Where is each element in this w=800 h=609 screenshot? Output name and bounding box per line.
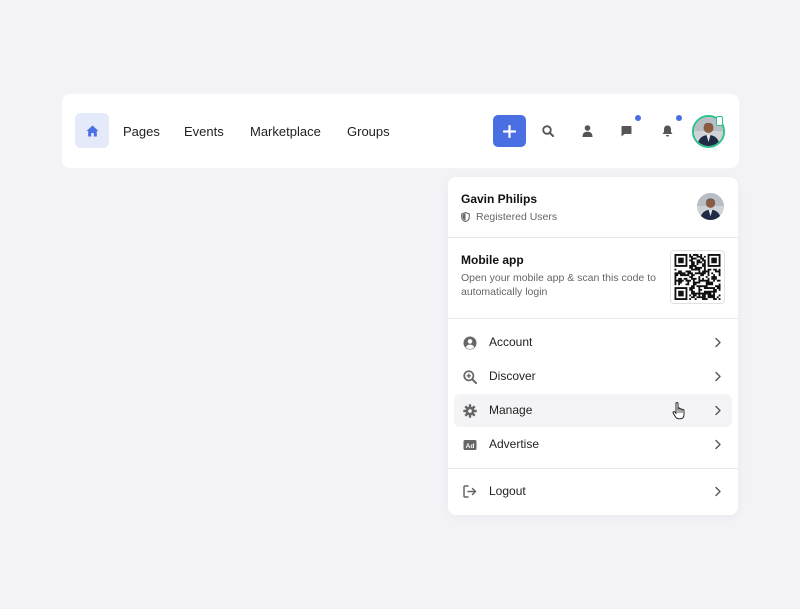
chevron-right-icon (715, 337, 721, 348)
menu-item-label: Account (489, 335, 533, 349)
notifications-unread-dot (676, 115, 682, 121)
create-button[interactable] (493, 115, 526, 147)
mobile-app-title: Mobile app (461, 253, 524, 267)
divider (448, 318, 738, 319)
search-button[interactable] (537, 120, 559, 142)
nav-link-marketplace[interactable]: Marketplace (250, 124, 321, 139)
chevron-right-icon (715, 439, 721, 450)
svg-text:Ad: Ad (465, 442, 474, 449)
home-button[interactable] (75, 113, 109, 148)
chat-icon (621, 126, 632, 137)
profile-button[interactable] (576, 120, 598, 142)
menu-item-manage[interactable]: Manage (454, 394, 732, 427)
chevron-right-icon (715, 371, 721, 382)
nav-link-events[interactable]: Events (184, 124, 224, 139)
divider (448, 237, 738, 238)
home-icon (86, 125, 98, 136)
qr-code (670, 250, 725, 304)
avatar[interactable] (697, 193, 724, 220)
mobile-app-description: Open your mobile app & scan this code to… (461, 272, 656, 298)
nav-link-groups[interactable]: Groups (347, 124, 390, 139)
user-circle-icon (462, 335, 477, 350)
user-dropdown-menu: Gavin Philips Registered Users Mobile ap… (448, 177, 738, 515)
ad-icon: Ad (462, 437, 477, 452)
menu-item-logout[interactable]: Logout (454, 475, 732, 508)
chevron-right-icon (715, 486, 721, 497)
user-role: Registered Users (476, 211, 558, 223)
messages-unread-dot (635, 115, 641, 121)
user-name: Gavin Philips (461, 192, 538, 206)
menu-item-discover[interactable]: Discover (454, 360, 732, 393)
user-role-row: Registered Users (461, 211, 557, 223)
messages-button[interactable] (615, 115, 641, 142)
menu-item-label: Discover (489, 369, 536, 383)
shield-icon (461, 212, 470, 222)
zoom-plus-icon (462, 369, 477, 384)
menu-item-label: Manage (489, 403, 533, 417)
menu-item-label: Logout (489, 484, 526, 498)
chevron-right-icon (715, 405, 721, 416)
menu-item-account[interactable]: Account (454, 326, 732, 359)
avatar-photo (697, 193, 724, 220)
qr-code-image (674, 254, 721, 300)
mobile-online-badge (716, 116, 723, 126)
menu-item-advertise[interactable]: Ad Advertise (454, 428, 732, 461)
hand-cursor-icon (672, 402, 685, 420)
plus-icon (503, 124, 516, 138)
notifications-button[interactable] (656, 115, 682, 142)
gear-icon (462, 403, 477, 418)
qr-code-modules (674, 254, 721, 300)
top-navbar: Pages Events Marketplace Groups (62, 94, 739, 168)
menu-item-label: Advertise (489, 437, 540, 451)
bell-icon (662, 125, 672, 137)
nav-link-pages[interactable]: Pages (123, 124, 160, 139)
user-icon (582, 125, 592, 137)
search-icon (542, 125, 554, 137)
logout-icon (462, 484, 477, 499)
divider (448, 468, 738, 469)
